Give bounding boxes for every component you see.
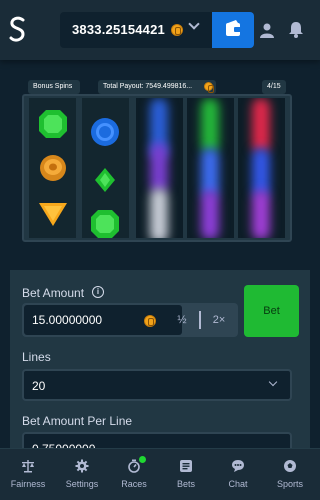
wallet-button[interactable] <box>212 12 254 48</box>
user-icon[interactable] <box>259 22 275 38</box>
nav-item-races[interactable]: Races <box>108 449 160 500</box>
wallet-icon <box>226 20 241 36</box>
bell-icon[interactable] <box>288 21 304 38</box>
info-icon[interactable]: i <box>92 286 104 298</box>
balance-selector[interactable]: 3833.25154421 <box>60 12 212 48</box>
nav-item-bets[interactable]: Bets <box>160 449 212 500</box>
double-bet-button[interactable]: 2× <box>206 311 232 329</box>
lines-value: 20 <box>32 379 46 393</box>
live-indicator <box>139 456 146 463</box>
green-gem-icon <box>91 210 119 238</box>
reel-5-spinning <box>238 98 285 238</box>
stake-logo[interactable] <box>8 16 28 44</box>
bottom-nav: Fairness Settings Races Bets Chat Sports <box>0 448 320 500</box>
total-payout-text: Total Payout: 7549.499816... <box>103 83 193 90</box>
bonus-spins-pill: Bonus Spins <box>28 80 80 94</box>
lines-label: Lines <box>22 350 51 364</box>
nav-label: Fairness <box>10 479 46 489</box>
coin-icon <box>204 82 214 93</box>
nav-label: Settings <box>65 479 99 489</box>
orange-triangle-icon <box>39 203 67 226</box>
half-bet-button[interactable]: ½ <box>170 311 194 329</box>
chevron-down-icon <box>268 377 278 387</box>
nav-item-sports[interactable]: Sports <box>264 449 316 500</box>
bet-amount-input[interactable] <box>24 305 182 335</box>
balance-amount: 3833.25154421 <box>72 22 165 37</box>
scale-icon <box>22 460 34 473</box>
per-line-label: Bet Amount Per Line <box>22 414 133 428</box>
top-bar: 3833.25154421 <box>0 0 320 60</box>
nav-item-fairness[interactable]: Fairness <box>2 449 54 500</box>
divider <box>199 311 201 329</box>
reel-3-spinning <box>136 98 183 238</box>
spin-counter: 4/15 <box>262 80 286 94</box>
reel-4-spinning <box>187 98 234 238</box>
nav-label: Sports <box>276 479 303 489</box>
nav-label: Races <box>121 479 147 489</box>
nav-label: Bets <box>176 479 195 489</box>
coin-icon <box>144 315 156 327</box>
green-diamond-icon <box>95 168 115 192</box>
nav-item-chat[interactable]: Chat <box>212 449 264 500</box>
sports-icon <box>284 460 296 472</box>
lines-select[interactable]: 20 <box>22 369 292 401</box>
chat-icon <box>232 460 244 472</box>
nav-label: Chat <box>228 479 248 489</box>
coin-icon <box>171 24 183 36</box>
gear-icon <box>75 459 89 473</box>
bet-amount-label: Bet Amount <box>22 286 85 300</box>
orange-coin-icon <box>40 155 66 181</box>
blue-ring-icon <box>91 118 119 146</box>
bets-icon <box>180 460 192 472</box>
total-payout-pill: Total Payout: 7549.499816... <box>98 80 216 94</box>
bet-button[interactable]: Bet <box>244 285 299 337</box>
green-gem-icon <box>39 110 67 138</box>
nav-item-settings[interactable]: Settings <box>56 449 108 500</box>
